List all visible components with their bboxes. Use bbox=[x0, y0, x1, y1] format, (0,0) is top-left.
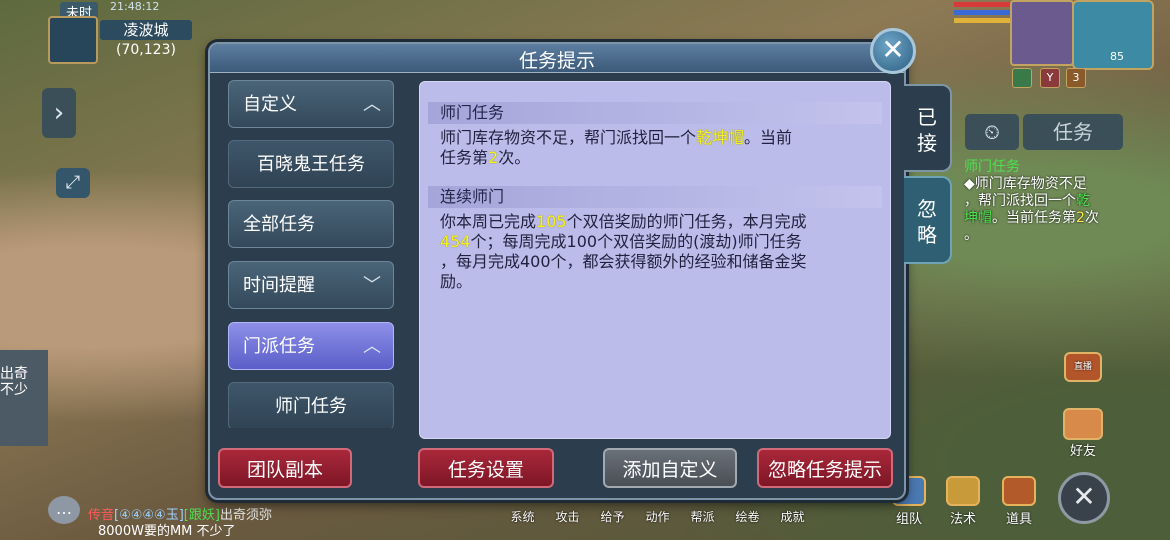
tracker-text: ◆师门库存物资不足 ，帮门派找回一个乾 坤帽。当前任务第2次 。 bbox=[964, 176, 1099, 243]
expand-arrow-icon[interactable]: › bbox=[42, 88, 76, 138]
minimap-icon[interactable] bbox=[48, 16, 98, 64]
menu-label: 时间提醒 bbox=[243, 275, 315, 296]
add-custom-button[interactable]: 添加自定义 bbox=[603, 448, 737, 488]
task-menu: 自定义 ︿ 百晓鬼王任务 全部任务 时间提醒 ﹀ 门派任务 ︿ 师门任务 bbox=[224, 80, 400, 428]
side-notice-line1: 出奇 bbox=[0, 366, 28, 382]
buff-icon-3[interactable]: 3 bbox=[1066, 68, 1086, 88]
dialog-header: 任务提示 bbox=[210, 44, 904, 73]
location-widget[interactable]: 未时 21:48:12 凌波城 (70,123) bbox=[48, 0, 196, 64]
buff-icon-1[interactable] bbox=[1012, 68, 1032, 88]
task-settings-button[interactable]: 任务设置 bbox=[418, 448, 554, 488]
team-dungeon-button[interactable]: 团队副本 bbox=[218, 448, 352, 488]
chat-line-2: 8000W要的MM 不少了 bbox=[98, 524, 236, 539]
buff-icon-2[interactable]: Y bbox=[1040, 68, 1060, 88]
tab-accepted[interactable]: 已接 bbox=[904, 84, 952, 172]
task-tracker[interactable]: 师门任务 ◆师门库存物资不足 ，帮门派找回一个乾 坤帽。当前任务第2次 。 bbox=[964, 156, 1124, 244]
chest-icon bbox=[1002, 476, 1036, 506]
section-text-continuous: 你本周已完成105个双倍奖励的师门任务，本月完成 454个；每周完成100个双倍… bbox=[440, 212, 807, 291]
task-content-panel: 师门任务 师门库存物资不足，帮门派找回一个乾坤帽。当前 任务第2次。 连续师门 … bbox=[419, 81, 891, 439]
items-label: 道具 bbox=[1005, 512, 1032, 527]
menu-time-reminder[interactable]: 时间提醒 ﹀ bbox=[228, 261, 394, 309]
tracker-title: 师门任务 bbox=[964, 159, 1020, 175]
menu-sect-tasks[interactable]: 门派任务 ︿ bbox=[228, 322, 394, 370]
menu-label: 自定义 bbox=[243, 94, 297, 115]
chevron-up-icon: ︿ bbox=[363, 336, 381, 357]
chat-bubble-icon[interactable]: … bbox=[48, 496, 80, 524]
map-name: 凌波城 bbox=[100, 20, 192, 40]
fan-icon bbox=[946, 476, 980, 506]
handshake-icon bbox=[1063, 408, 1103, 440]
tab-ignored[interactable]: 忽略 bbox=[904, 176, 952, 264]
section-title-continuous: 连续师门 bbox=[428, 186, 882, 208]
chevron-up-icon: ︿ bbox=[363, 94, 381, 115]
tv-icon: 直播 bbox=[1064, 352, 1102, 382]
side-notice-line2: 不少 bbox=[0, 382, 28, 398]
tracker-task-tab[interactable]: 任务 bbox=[1023, 114, 1123, 150]
pet-bars bbox=[954, 2, 1014, 26]
coordinates: (70,123) bbox=[116, 42, 176, 58]
clock-icon[interactable]: ⏲ bbox=[965, 114, 1019, 150]
chevron-down-icon: ﹀ bbox=[363, 275, 381, 296]
section-text-master-task: 师门库存物资不足，帮门派找回一个乾坤帽。当前 任务第2次。 bbox=[440, 128, 793, 167]
close-icon[interactable]: ✕ bbox=[870, 28, 916, 74]
pet-portrait[interactable] bbox=[1010, 0, 1074, 66]
menu-master-task[interactable]: 师门任务 bbox=[228, 382, 394, 428]
dialog-title: 任务提示 bbox=[518, 50, 595, 72]
menu-label: 门派任务 bbox=[243, 336, 315, 357]
section-title-master-task: 师门任务 bbox=[428, 102, 882, 124]
player-level: 85 bbox=[1110, 50, 1124, 63]
fullscreen-icon[interactable]: ⤢ bbox=[56, 168, 90, 198]
tracker-tabs: ⏲ 任务 bbox=[965, 114, 1125, 150]
skill-label: 法术 bbox=[949, 512, 976, 527]
team-label: 组队 bbox=[895, 512, 922, 527]
ignore-task-tip-button[interactable]: 忽略任务提示 bbox=[757, 448, 893, 488]
menu-all-tasks[interactable]: 全部任务 bbox=[228, 200, 394, 248]
live-button[interactable]: 直播 bbox=[1062, 352, 1104, 382]
friends-button[interactable]: 好友 bbox=[1062, 408, 1104, 459]
skill-button[interactable]: 法术 bbox=[940, 476, 986, 527]
tab-ignored-label: 忽略 bbox=[917, 197, 937, 247]
tab-accepted-label: 已接 bbox=[917, 105, 937, 155]
chat-box[interactable]: … 传音[④④④④玉][跟妖]出奇须弥 8000W要的MM 不少了 bbox=[48, 496, 348, 540]
menu-custom[interactable]: 自定义 ︿ bbox=[228, 80, 394, 128]
menu-baixiao-ghost-king[interactable]: 百晓鬼王任务 bbox=[228, 140, 394, 188]
items-button[interactable]: 道具 bbox=[996, 476, 1042, 527]
side-notice[interactable]: 出奇 不少 bbox=[0, 350, 48, 446]
friends-label: 好友 bbox=[1069, 444, 1096, 459]
clock: 21:48:12 bbox=[110, 0, 160, 13]
close-menu-icon[interactable]: ✕ bbox=[1058, 472, 1110, 524]
